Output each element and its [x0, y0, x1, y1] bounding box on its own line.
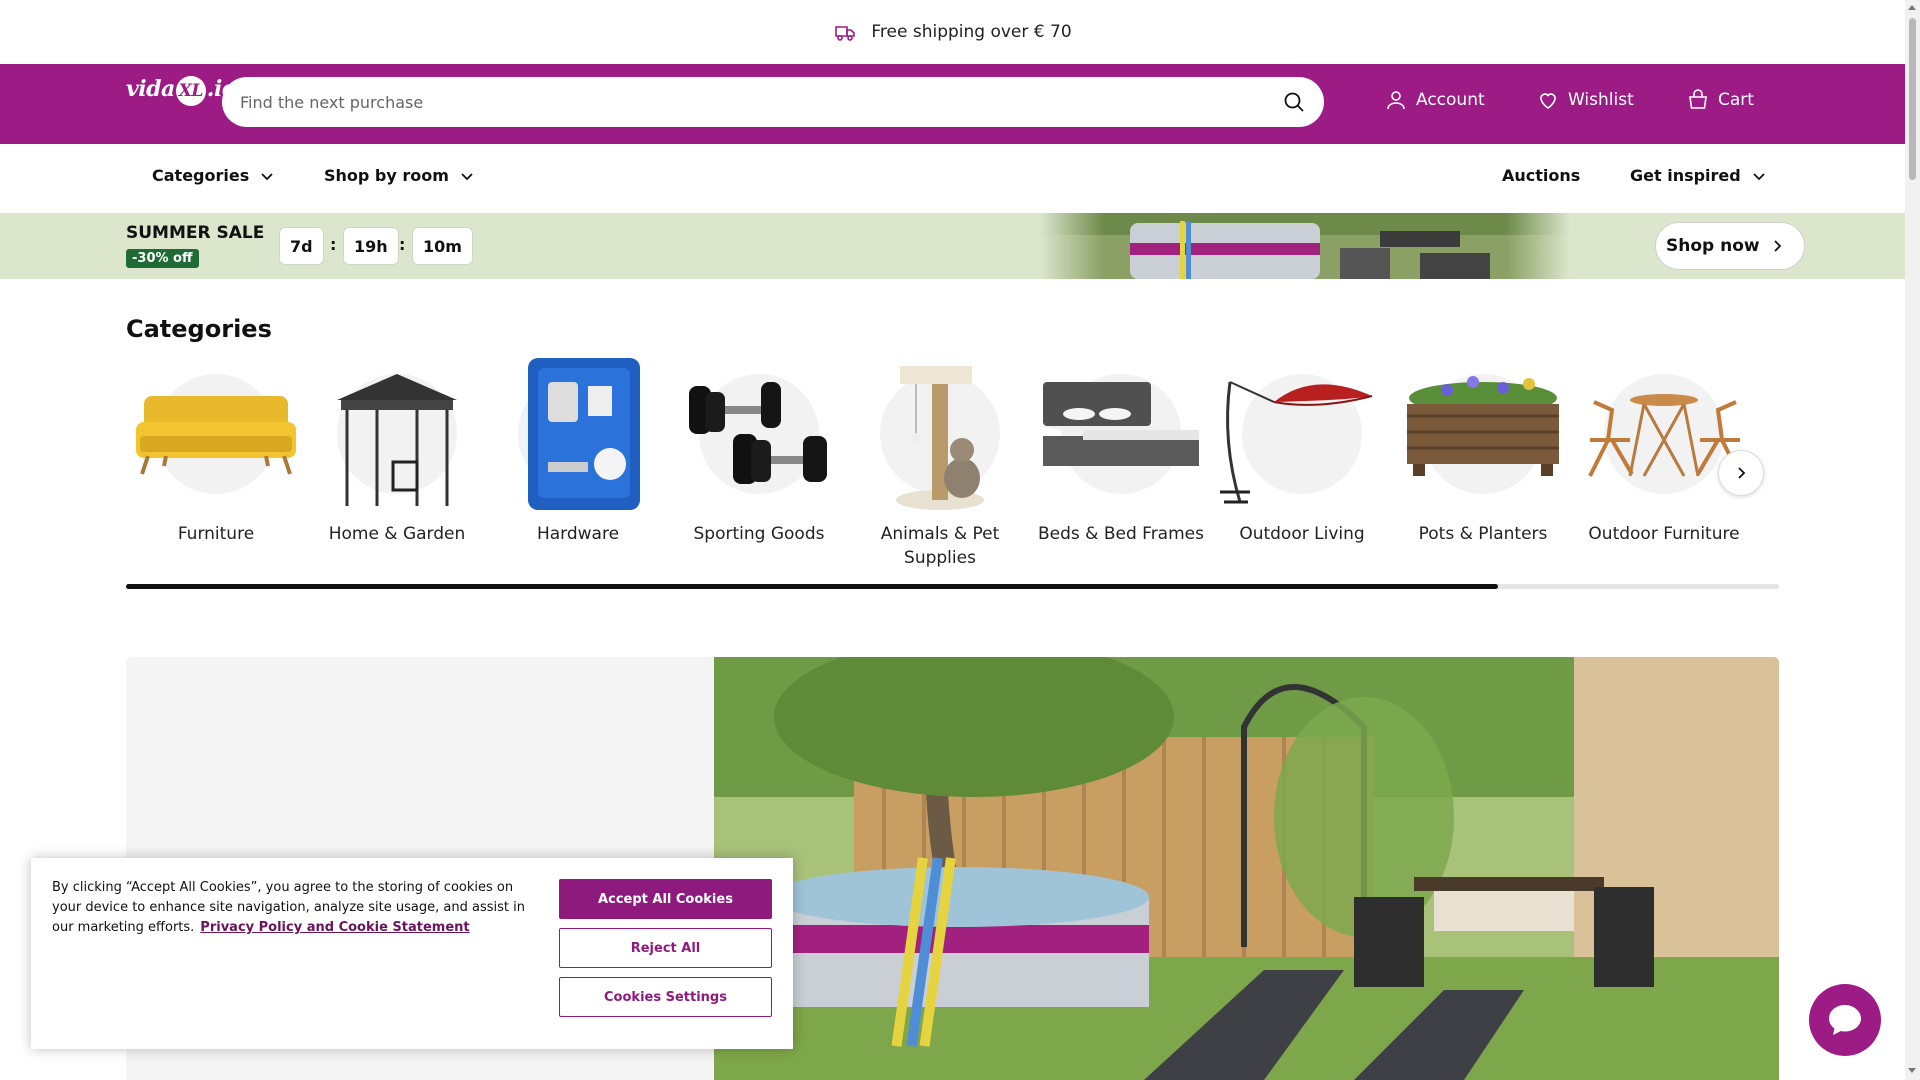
nav-categories-label: Categories — [152, 166, 250, 185]
sale-title: SUMMER SALE — [126, 223, 265, 243]
logo-text-mid: XL — [175, 76, 206, 106]
categories-next-button[interactable] — [1718, 450, 1764, 496]
cart-label: Cart — [1718, 90, 1754, 110]
countdown-hours: 19h — [343, 227, 399, 265]
basket-icon — [1689, 89, 1707, 109]
categories-heading: Categories — [126, 315, 272, 343]
nav-shop-by-room[interactable]: Shop by room — [324, 166, 475, 185]
cookie-consent-text: By clicking “Accept All Cookies”, you ag… — [52, 878, 532, 938]
scroll-down-arrow-icon[interactable] — [1908, 1068, 1916, 1073]
chat-bubble-icon — [1829, 1005, 1861, 1035]
nav-get-inspired[interactable]: Get inspired — [1630, 166, 1767, 185]
main-nav: Categories Shop by room Auctions Get ins… — [0, 144, 1905, 212]
countdown-separator: : — [330, 235, 337, 254]
cat-tree-icon — [896, 366, 984, 510]
chevron-down-icon — [461, 172, 473, 180]
page-scrollbar-thumb[interactable] — [1909, 18, 1916, 180]
categories-scroll-track[interactable] — [126, 584, 1779, 589]
sale-discount-badge: -30% off — [126, 249, 199, 268]
countdown-days: 7d — [279, 227, 324, 265]
accept-all-cookies-button[interactable]: Accept All Cookies — [559, 879, 772, 919]
shop-now-label: Shop now — [1666, 236, 1760, 256]
search-icon[interactable] — [1282, 90, 1306, 114]
parasol-icon — [1220, 381, 1373, 504]
page-scrollbar[interactable] — [1905, 0, 1920, 1080]
dumbbells-icon — [689, 382, 827, 484]
site-header: vidaXL.ie Account Wishlist Cart — [0, 64, 1905, 144]
site-logo[interactable]: vida XL .ie — [126, 76, 236, 106]
nav-get-inspired-label: Get inspired — [1630, 166, 1741, 185]
logo-text-left: vida — [126, 76, 175, 102]
categories-scroll-thumb[interactable] — [126, 584, 1498, 589]
heart-icon — [1540, 93, 1556, 109]
privacy-policy-link[interactable]: Privacy Policy and Cookie Statement — [200, 920, 469, 935]
account-label: Account — [1416, 90, 1485, 110]
search-bar — [222, 77, 1324, 127]
wishlist-link[interactable]: Wishlist — [1536, 88, 1634, 112]
sale-garden-image — [1040, 213, 1570, 279]
cookies-settings-button[interactable]: Cookies Settings — [559, 977, 772, 1017]
planter-icon — [1407, 376, 1559, 476]
nav-categories[interactable]: Categories — [152, 166, 275, 185]
chat-button[interactable] — [1809, 984, 1881, 1056]
category-label: Home & Garden — [328, 524, 466, 544]
shipping-text: Free shipping over € 70 — [871, 22, 1072, 42]
category-label: Pots & Planters — [1418, 524, 1548, 544]
scroll-up-arrow-icon[interactable] — [1908, 5, 1916, 10]
chevron-down-icon — [1753, 172, 1765, 180]
chevron-down-icon — [261, 172, 273, 180]
category-label: Animals & Pet Supplies — [880, 524, 1000, 568]
cart-link[interactable]: Cart — [1686, 88, 1754, 112]
gazebo-icon — [337, 374, 457, 506]
nav-shop-by-room-label: Shop by room — [324, 166, 449, 185]
category-label: Furniture — [177, 524, 255, 544]
hero-garden-image[interactable] — [714, 657, 1779, 1080]
sofa-icon — [136, 396, 296, 475]
account-link[interactable]: Account — [1384, 88, 1485, 112]
user-icon — [1387, 91, 1405, 110]
wishlist-label: Wishlist — [1568, 90, 1634, 110]
countdown-minutes: 10m — [412, 227, 473, 265]
category-label: Sporting Goods — [693, 524, 825, 544]
cookie-consent-banner: By clicking “Accept All Cookies”, you ag… — [31, 858, 793, 1049]
bed-icon — [1043, 382, 1199, 466]
reject-all-button[interactable]: Reject All — [559, 928, 772, 968]
category-label: Beds & Bed Frames — [1038, 524, 1204, 544]
category-label: Outdoor Living — [1239, 524, 1365, 544]
delivery-truck-icon — [835, 26, 856, 41]
shop-now-button[interactable]: Shop now — [1655, 222, 1805, 270]
shipping-banner: Free shipping over € 70 — [0, 0, 1905, 64]
chevron-right-icon — [1773, 240, 1781, 252]
category-label: Hardware — [536, 524, 620, 544]
search-input[interactable] — [240, 92, 1282, 112]
category-label: Outdoor Furniture — [1588, 524, 1740, 544]
nav-auctions-label: Auctions — [1502, 166, 1581, 185]
chevron-right-icon — [1738, 467, 1746, 479]
nav-auctions[interactable]: Auctions — [1502, 166, 1580, 185]
countdown-separator: : — [399, 235, 406, 254]
summer-sale-banner[interactable]: SUMMER SALE -30% off 7d : 19h : 10m Shop… — [0, 213, 1905, 279]
tool-case-icon — [528, 358, 640, 510]
